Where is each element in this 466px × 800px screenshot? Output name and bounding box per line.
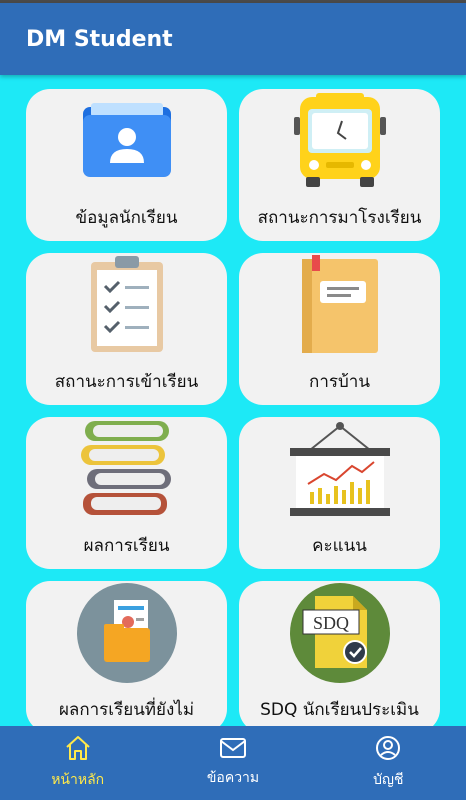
menu-grid: ข้อมูลนักเรียน สถานะการมาโรงเรียน สถานะก…	[0, 75, 466, 726]
school-bus-icon	[239, 89, 440, 193]
menu-label: ผลการเรียนที่ยังไม่	[58, 700, 195, 720]
sdq-document-icon: SDQ	[239, 581, 440, 685]
menu-card-scores[interactable]: คะแนน	[239, 417, 440, 569]
menu-label: สถานะการเข้าเรียน	[54, 372, 199, 392]
menu-label: ข้อมูลนักเรียน	[75, 208, 178, 228]
menu-label: สถานะการมาโรงเรียน	[257, 208, 422, 228]
checklist-clipboard-icon	[26, 253, 227, 357]
menu-card-grades[interactable]: ผลการเรียน	[26, 417, 227, 569]
menu-label: คะแนน	[312, 536, 367, 556]
menu-card-student-info[interactable]: ข้อมูลนักเรียน	[26, 89, 227, 241]
account-icon	[375, 735, 401, 765]
report-folder-icon	[26, 581, 227, 685]
menu-label: ผลการเรียน	[83, 536, 170, 556]
menu-card-homework[interactable]: การบ้าน	[239, 253, 440, 405]
menu-label: SDQ นักเรียนประเมิน	[260, 700, 419, 720]
nav-messages[interactable]: ข้อความ	[155, 726, 310, 800]
notebook-icon	[239, 253, 440, 357]
nav-account[interactable]: บัญชี	[311, 726, 466, 800]
bottom-navigation: หน้าหลัก ข้อความ บัญชี	[0, 726, 466, 800]
menu-card-class-attendance[interactable]: สถานะการเข้าเรียน	[26, 253, 227, 405]
nav-home[interactable]: หน้าหลัก	[0, 726, 155, 800]
nav-label-messages: ข้อความ	[206, 770, 260, 786]
menu-card-pending-grades[interactable]: ผลการเรียนที่ยังไม่	[26, 581, 227, 726]
chart-board-icon	[239, 417, 440, 521]
nav-label-account: บัญชี	[373, 772, 404, 788]
nav-label-home: หน้าหลัก	[51, 772, 105, 788]
app-bar: DM Student	[0, 3, 466, 75]
home-icon	[64, 735, 92, 765]
student-folder-icon	[26, 89, 227, 193]
menu-card-school-arrival[interactable]: สถานะการมาโรงเรียน	[239, 89, 440, 241]
menu-label: การบ้าน	[309, 372, 370, 392]
app-title: DM Student	[26, 26, 173, 52]
menu-card-sdq[interactable]: SDQ SDQ นักเรียนประเมิน	[239, 581, 440, 726]
book-stack-icon	[26, 417, 227, 521]
mail-icon	[219, 737, 247, 763]
sdq-badge-text: SDQ	[312, 613, 348, 633]
